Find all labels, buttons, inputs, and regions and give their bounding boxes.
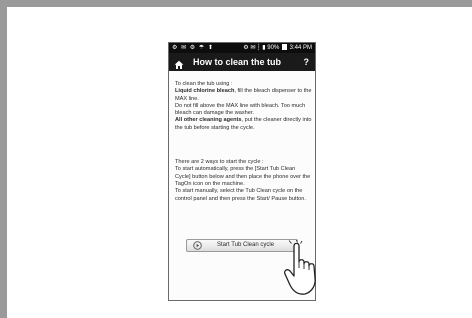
auto-start-text: To start automatically, press the [Start… — [175, 166, 311, 187]
play-icon — [193, 241, 202, 250]
bleach-instruction: Liquid chlorine bleach, fill the bleach … — [175, 88, 312, 103]
battery-icon — [281, 44, 287, 50]
other-agents-instruction: All other cleaning agents, put the clean… — [175, 117, 312, 132]
intro-text: To clean the tub using : — [175, 81, 233, 87]
title-bar: How to clean the tub ? — [169, 53, 315, 71]
status-bar: ⚙ ✉ ⚙ ☂ ⬆ ⚙ ✉ ┆ ▮ 90% 3:44 PM — [169, 43, 315, 53]
home-icon[interactable] — [174, 57, 184, 69]
status-time: 3:44 PM — [289, 45, 312, 51]
battery-percent: 90% — [267, 45, 280, 51]
status-signal-icons: ⚙ ✉ ┆ ▮ — [243, 45, 266, 51]
bleach-warning: Do not fill above the MAX line with blea… — [175, 102, 306, 117]
status-notification-icons: ⚙ ✉ ⚙ ☂ ⬆ — [172, 45, 214, 51]
status-system-icons: ⚙ ✉ ┆ ▮ 90% 3:44 PM — [243, 43, 312, 53]
other-agents-label: All other cleaning agents — [175, 117, 242, 124]
page-title: How to clean the tub — [193, 57, 282, 67]
manual-start-text: To start manually, select the Tub Clean … — [175, 188, 306, 202]
instructions: To clean the tub using : Liquid chlorine… — [175, 81, 312, 203]
pointing-hand-icon — [284, 240, 316, 295]
bleach-label: Liquid chlorine bleach — [175, 88, 235, 95]
start-button-label: Start Tub Clean cycle — [217, 242, 275, 248]
help-button[interactable]: ? — [304, 53, 310, 71]
ways-heading: There are 2 ways to start the cycle : — [175, 159, 264, 166]
